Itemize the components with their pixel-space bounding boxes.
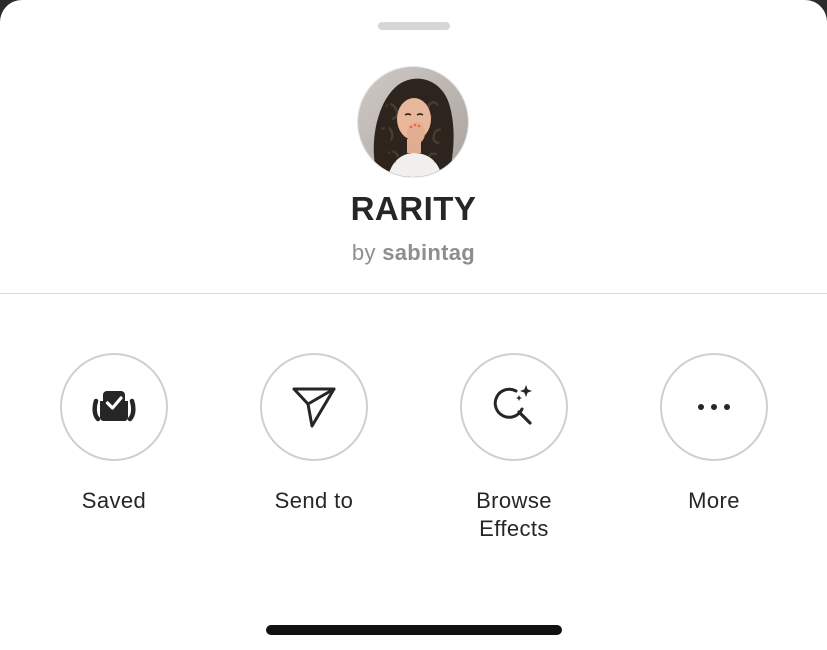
search-sparkle-icon bbox=[493, 385, 532, 425]
send-to-button[interactable] bbox=[260, 353, 368, 461]
browse-effects-action[interactable]: Browse Effects bbox=[424, 353, 604, 543]
more-action[interactable]: More bbox=[624, 353, 804, 515]
home-indicator[interactable] bbox=[266, 625, 562, 635]
browse-effects-button[interactable] bbox=[460, 353, 568, 461]
more-button[interactable] bbox=[660, 353, 768, 461]
saved-action[interactable]: Saved bbox=[24, 353, 204, 515]
sheet-grabber-handle[interactable] bbox=[378, 22, 450, 30]
avatar-photo-icon bbox=[358, 67, 468, 177]
more-dots-icon bbox=[698, 404, 730, 410]
send-to-action[interactable]: Send to bbox=[224, 353, 404, 515]
more-label: More bbox=[688, 488, 740, 513]
creator-line: by sabintag bbox=[0, 240, 827, 266]
paper-plane-icon bbox=[292, 387, 336, 428]
saved-button[interactable] bbox=[60, 353, 168, 461]
effect-bottom-sheet: RARITY by sabintag Saved Send to Browse … bbox=[0, 0, 827, 650]
creator-by-prefix: by bbox=[351, 240, 376, 265]
creator-avatar[interactable] bbox=[358, 67, 468, 177]
section-divider bbox=[0, 293, 827, 294]
browse-effects-label: Browse Effects bbox=[476, 488, 552, 541]
effect-name-title: RARITY bbox=[350, 190, 477, 227]
saved-check-icon bbox=[92, 391, 136, 422]
saved-label: Saved bbox=[81, 488, 147, 513]
creator-username-link[interactable]: sabintag bbox=[382, 240, 475, 265]
send-to-label: Send to bbox=[274, 488, 354, 513]
